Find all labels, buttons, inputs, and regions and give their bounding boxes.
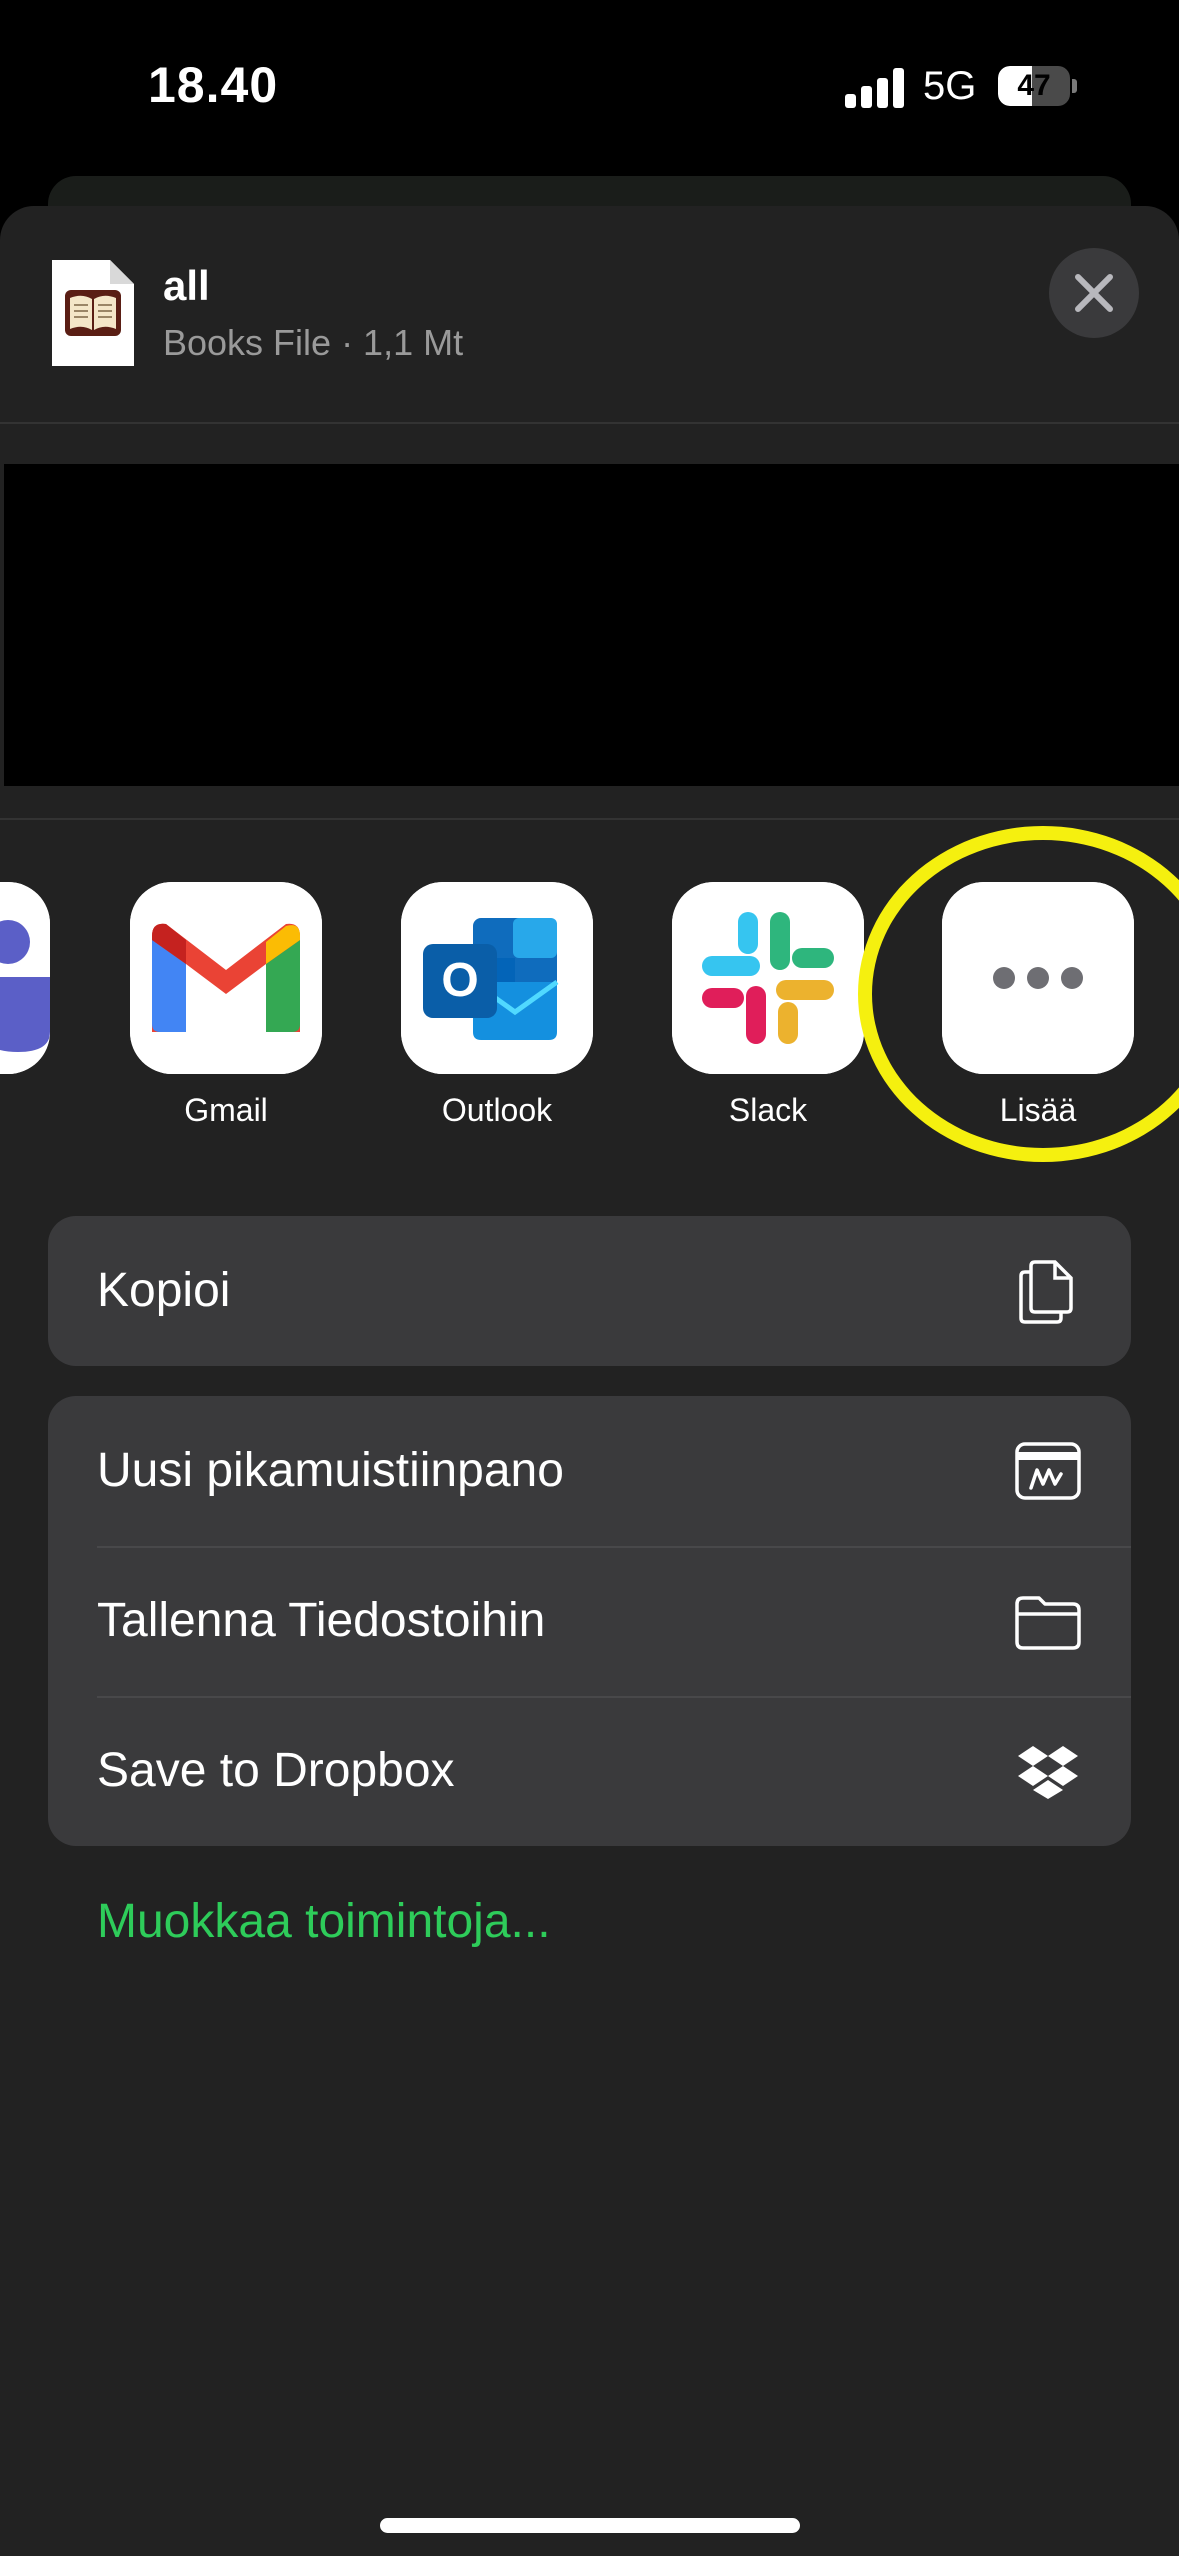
home-indicator[interactable] — [380, 2518, 800, 2533]
divider — [0, 818, 1179, 820]
folder-icon — [1015, 1596, 1081, 1650]
quick-note-icon — [1015, 1442, 1081, 1500]
edit-actions-link[interactable]: Muokkaa toimintoja... — [97, 1894, 551, 1949]
divider — [0, 422, 1179, 424]
copy-icon — [1019, 1260, 1073, 1324]
outlook-icon: O — [401, 882, 593, 1074]
app-label: Gmail — [184, 1092, 268, 1128]
svg-text:O: O — [441, 954, 478, 1007]
teams-icon — [0, 882, 50, 1074]
app-label: Outlook — [441, 1092, 553, 1128]
save-to-files-label: Tallenna Tiedostoihin — [97, 1594, 546, 1647]
actions-group: Uusi pikamuistiinpano Tallenna Tiedostoi… — [48, 1396, 1131, 1846]
close-icon — [1075, 274, 1113, 312]
network-type: 5G — [923, 64, 977, 108]
copy-action-group: Kopioi — [48, 1216, 1131, 1366]
battery-level: 47 — [1017, 69, 1051, 102]
book-file-icon — [52, 260, 134, 366]
quick-note-label: Uusi pikamuistiinpano — [97, 1444, 564, 1497]
file-name: all — [163, 262, 210, 309]
battery-icon: 47 — [998, 66, 1077, 106]
file-meta: Books File · 1,1 Mt — [163, 322, 464, 363]
cellular-signal-icon — [845, 68, 907, 108]
quick-note-action[interactable]: Uusi pikamuistiinpano — [48, 1396, 1131, 1546]
save-to-files-action[interactable]: Tallenna Tiedostoihin — [48, 1546, 1131, 1696]
status-time: 18.40 — [148, 57, 279, 113]
file-preview — [4, 464, 1179, 786]
close-button[interactable] — [1049, 248, 1139, 338]
share-header: all Books File · 1,1 Mt — [0, 206, 1179, 422]
status-bar: 18.40 5G 47 — [0, 0, 1179, 170]
slack-icon — [672, 882, 864, 1074]
copy-label: Kopioi — [97, 1264, 231, 1317]
save-to-dropbox-action[interactable]: Save to Dropbox — [48, 1696, 1131, 1846]
save-to-dropbox-label: Save to Dropbox — [97, 1744, 455, 1797]
share-sheet: all Books File · 1,1 Mt Gmail O Outlook … — [0, 206, 1179, 2556]
app-label: Slack — [728, 1092, 808, 1128]
copy-action[interactable]: Kopioi — [48, 1216, 1131, 1366]
dropbox-icon — [1018, 1746, 1078, 1799]
gmail-icon — [130, 882, 322, 1074]
